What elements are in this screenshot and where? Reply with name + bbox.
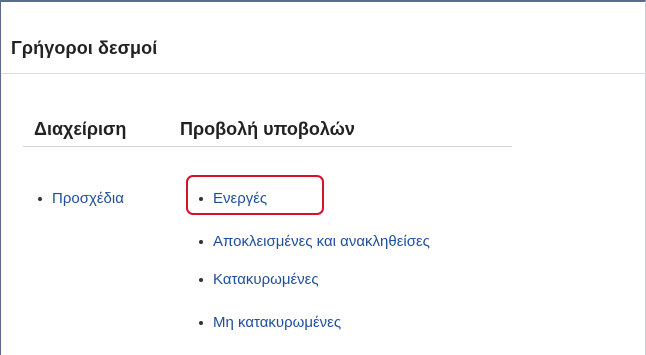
awarded-link[interactable]: Κατακυρωμένες [199, 271, 319, 288]
bullet-icon [38, 196, 42, 201]
view-submissions-column-heading: Προβολή υποβολών [180, 119, 355, 139]
excluded-revoked-link-label: Αποκλεισμένες και ανακληθείσες [213, 233, 430, 250]
active-submissions-link-label: Ενεργές [213, 190, 268, 207]
drafts-link-label: Προσχέδια [52, 190, 124, 207]
not-awarded-link[interactable]: Μη κατακυρωμένες [199, 314, 341, 331]
bullet-icon [199, 239, 203, 244]
not-awarded-link-label: Μη κατακυρωμένες [213, 314, 342, 331]
awarded-link-label: Κατακυρωμένες [213, 271, 319, 288]
drafts-link[interactable]: Προσχέδια [38, 190, 124, 207]
active-submissions-link[interactable]: Ενεργές [199, 190, 267, 207]
excluded-revoked-link[interactable]: Αποκλεισμένες και ανακληθείσες [199, 233, 430, 250]
manage-column-heading: Διαχείριση [34, 119, 127, 139]
bullet-icon [199, 320, 203, 325]
bullet-icon [199, 196, 203, 201]
quick-links-panel: Γρήγοροι δεσμοί Διαχείριση Προβολή υποβο… [0, 0, 646, 355]
panel-title: Γρήγοροι δεσμοί [11, 38, 158, 58]
column-header-divider [23, 146, 512, 147]
bullet-icon [199, 277, 203, 282]
title-divider [1, 73, 646, 74]
